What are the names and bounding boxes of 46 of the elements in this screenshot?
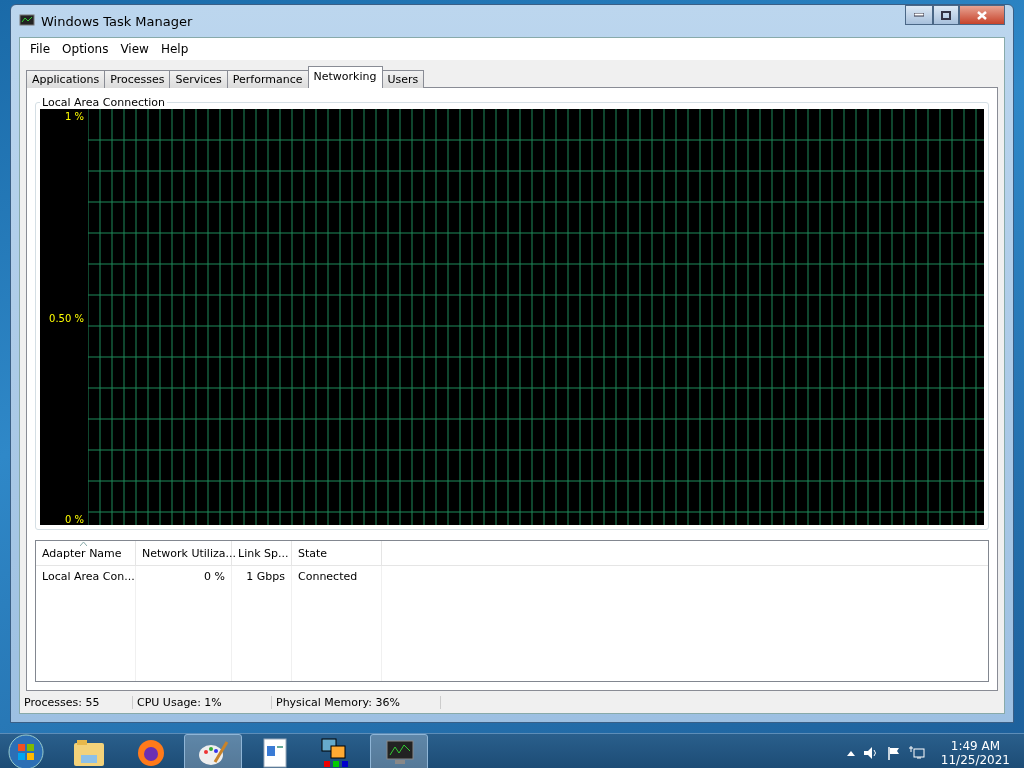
table-cell: Local Area Con... (36, 566, 136, 681)
speaker-icon[interactable] (862, 746, 879, 760)
table-cell: 0 % (136, 566, 232, 681)
close-icon (977, 10, 987, 20)
axis-label: 0 % (64, 514, 84, 525)
clock-time: 1:49 AM (950, 739, 1001, 753)
show-hidden-icon[interactable] (846, 750, 855, 756)
monitor-icon (19, 14, 35, 28)
tab[interactable]: Processes (104, 70, 171, 88)
column-header[interactable]: State (292, 541, 382, 565)
table-cell: 1 Gbps (232, 566, 292, 681)
close-button[interactable] (959, 5, 1005, 25)
minimize-icon (914, 13, 924, 17)
tab[interactable]: Networking (307, 66, 383, 88)
menu-item[interactable]: View (114, 42, 155, 56)
tab[interactable]: Applications (26, 70, 106, 88)
column-header[interactable]: Adapter Name (36, 541, 136, 565)
status-text: CPU Usage: 1% (133, 695, 272, 709)
windows-logo-icon (8, 734, 44, 768)
browser-icon (136, 738, 166, 768)
menu-item[interactable]: File (24, 42, 57, 56)
start-button[interactable] (6, 734, 46, 768)
axis-label: 1 % (64, 111, 84, 122)
maximize-button[interactable] (933, 5, 959, 25)
tab[interactable]: Services (169, 70, 228, 88)
clock[interactable]: 1:49 AM 11/25/2021 (940, 739, 1010, 767)
taskbar-button[interactable] (184, 734, 242, 768)
window-title: Windows Task Manager (41, 13, 194, 29)
flag-icon[interactable] (886, 746, 901, 760)
clock-date: 11/25/2021 (940, 753, 1010, 767)
maximize-icon (941, 10, 951, 20)
status-text: Processes: 55 (20, 695, 133, 709)
minimize-button[interactable] (905, 5, 933, 25)
tab[interactable]: Users (381, 70, 425, 88)
axis-label: 0.50 % (49, 312, 84, 324)
document-icon (262, 738, 288, 768)
network-icon[interactable] (908, 746, 925, 760)
tab[interactable]: Performance (226, 70, 309, 88)
group-title: Local Area Connection (41, 96, 167, 109)
table-cell: Connected (292, 566, 382, 681)
monitor-icon (383, 739, 415, 767)
folder-icon (73, 739, 105, 767)
status-text: Physical Memory: 36% (272, 695, 441, 709)
menu-item[interactable]: Help (154, 42, 195, 56)
menu-item[interactable]: Options (56, 42, 115, 56)
taskbar-button[interactable] (370, 734, 428, 768)
